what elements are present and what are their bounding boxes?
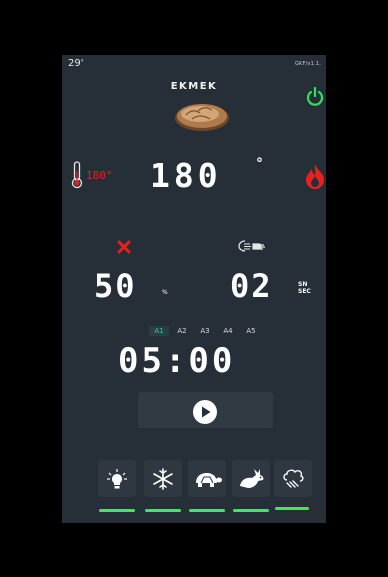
steam-button[interactable] (274, 460, 312, 497)
rabbit-icon (240, 468, 264, 488)
close-icon[interactable] (116, 239, 132, 255)
timer-value[interactable]: 05:00 (118, 341, 235, 381)
fast-status-bar (233, 509, 269, 512)
tab-a2[interactable]: A2 (172, 326, 192, 336)
fan-speed-unit: SN SEC (298, 281, 311, 295)
play-button[interactable] (192, 399, 218, 425)
snowflake-icon (153, 467, 173, 490)
thermometer-icon (71, 161, 83, 189)
humidity-value[interactable]: 50 (94, 267, 137, 305)
flame-icon[interactable] (304, 163, 326, 189)
fast-speed-button[interactable] (232, 460, 270, 497)
temperature-setpoint[interactable]: 180° (86, 169, 113, 182)
temperature-unit: ° (256, 156, 263, 172)
power-icon[interactable] (306, 86, 324, 106)
lamp-status-bar (99, 509, 135, 512)
fan-speed-icon[interactable] (238, 238, 266, 254)
firmware-version: GKF/v1.1. (294, 61, 321, 67)
recipe-name: EKMEK (170, 81, 218, 92)
lamp-button[interactable] (98, 460, 136, 497)
tab-a5[interactable]: A5 (241, 326, 261, 336)
slow-speed-button[interactable] (188, 460, 226, 497)
fan-speed-value[interactable]: 02 (230, 267, 273, 305)
lamp-icon (107, 468, 127, 488)
steam-status-bar (275, 507, 309, 510)
cool-status-bar (145, 509, 181, 512)
tab-a4[interactable]: A4 (218, 326, 238, 336)
phase-tabs: A1 A2 A3 A4 A5 (149, 326, 261, 336)
status-time: 29' (68, 58, 84, 69)
turtle-icon (196, 472, 222, 487)
tab-a3[interactable]: A3 (195, 326, 215, 336)
humidity-unit: % (162, 289, 168, 296)
temperature-value[interactable]: 180 (150, 156, 222, 195)
play-icon (193, 400, 217, 424)
cool-button[interactable] (144, 460, 182, 497)
steam-icon (283, 469, 304, 488)
tab-a1[interactable]: A1 (149, 326, 169, 336)
slow-status-bar (189, 509, 225, 512)
bread-image[interactable] (174, 97, 230, 133)
oven-control-screen: 29' GKF/v1.1. EKMEK 180° 180 ° 50 % 02 S… (62, 55, 326, 523)
